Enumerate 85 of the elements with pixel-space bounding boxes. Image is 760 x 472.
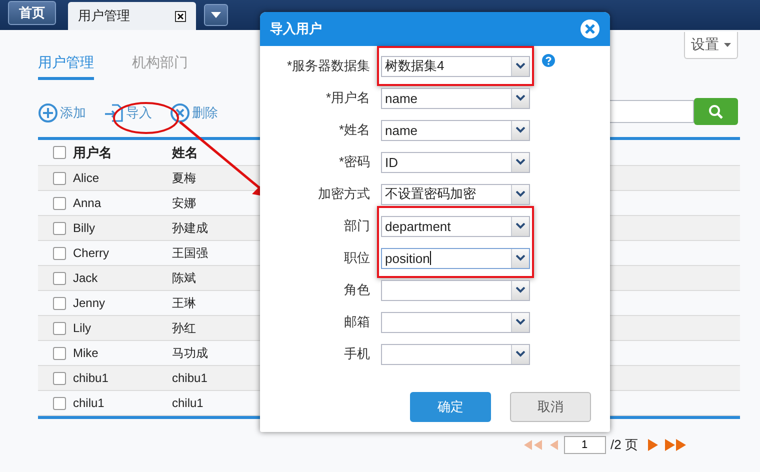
table-cell: 安娜 bbox=[172, 194, 196, 212]
caret-icon bbox=[211, 12, 221, 18]
checkbox[interactable] bbox=[53, 172, 66, 184]
annotation-ellipse bbox=[113, 102, 179, 134]
column-header: 用户名 bbox=[73, 144, 113, 162]
table-cell-text: Lily bbox=[73, 321, 92, 335]
chevron-down-icon bbox=[516, 95, 525, 101]
previous-page-icon[interactable] bbox=[548, 440, 559, 450]
caret-icon bbox=[724, 43, 731, 47]
chevron-down-icon bbox=[516, 223, 525, 229]
dropdown-field[interactable]: department bbox=[381, 216, 530, 236]
dropdown-field[interactable]: name bbox=[381, 88, 530, 108]
dropdown-field[interactable]: 树数据集4 bbox=[381, 56, 530, 76]
field-label: 部门 bbox=[344, 217, 370, 235]
column-header: 姓名 bbox=[172, 144, 198, 162]
table-cell-text: Alice bbox=[73, 171, 100, 185]
checkbox[interactable] bbox=[53, 322, 66, 334]
help-icon[interactable] bbox=[542, 54, 555, 67]
table-cell-text: Billy bbox=[73, 221, 96, 235]
field-label: 职位 bbox=[344, 249, 370, 267]
x-circle-icon bbox=[170, 102, 190, 122]
field-label: *密码 bbox=[338, 153, 370, 171]
table-cell-text: Jenny bbox=[73, 296, 106, 310]
checkbox[interactable] bbox=[53, 372, 66, 384]
checkbox[interactable] bbox=[53, 296, 66, 310]
dialog-title: 导入用户 bbox=[270, 20, 322, 38]
table-cell: 孙红 bbox=[172, 320, 196, 336]
chevron-down-icon bbox=[516, 255, 525, 261]
checkbox[interactable] bbox=[53, 196, 66, 210]
chevron-down-icon bbox=[516, 319, 525, 325]
field-label: *服务器数据集 bbox=[286, 57, 370, 75]
table-cell: 王琳 bbox=[172, 294, 196, 312]
table-cell-text: Anna bbox=[73, 196, 102, 210]
dropdown-field[interactable] bbox=[381, 344, 530, 364]
table-cell-text: Cherry bbox=[73, 246, 110, 260]
chevron-down-icon bbox=[516, 287, 525, 293]
dropdown-field[interactable]: ID bbox=[381, 152, 530, 172]
last-page-icon[interactable] bbox=[664, 439, 688, 451]
checkbox[interactable] bbox=[53, 346, 66, 360]
dropdown-field[interactable]: position bbox=[381, 248, 530, 268]
chevron-down-icon bbox=[516, 127, 525, 133]
chevron-down-icon bbox=[516, 351, 525, 357]
close-icon[interactable] bbox=[175, 10, 186, 22]
page-number-field[interactable]: 1 bbox=[564, 436, 606, 454]
dropdown-field[interactable]: 不设置密码加密 bbox=[381, 184, 530, 204]
first-page-icon[interactable] bbox=[522, 440, 544, 450]
checkbox[interactable] bbox=[53, 146, 66, 159]
checkbox[interactable] bbox=[53, 272, 66, 284]
table-cell-text: chibu1 bbox=[73, 371, 110, 385]
checkbox[interactable] bbox=[53, 396, 66, 410]
field-label: 手机 bbox=[344, 345, 370, 363]
table-cell-text: chilu1 bbox=[73, 396, 106, 410]
table-cell: 马功成 bbox=[172, 344, 208, 362]
table-cell: 王国强 bbox=[172, 244, 208, 262]
table-cell: 夏梅 bbox=[172, 170, 196, 186]
dropdown-field[interactable] bbox=[381, 280, 530, 300]
chevron-down-icon bbox=[516, 63, 525, 69]
table-cell: chibu1 bbox=[172, 371, 208, 385]
checkbox[interactable] bbox=[53, 246, 66, 260]
dropdown-field[interactable] bbox=[381, 312, 530, 332]
chevron-down-icon bbox=[516, 159, 525, 165]
search-icon bbox=[708, 104, 724, 120]
search-button[interactable] bbox=[694, 98, 738, 125]
field-label: 加密方式 bbox=[318, 185, 370, 203]
checkbox[interactable] bbox=[53, 222, 66, 234]
table-cell: 孙建成 bbox=[172, 220, 208, 236]
next-page-icon[interactable] bbox=[647, 439, 659, 451]
field-label: 角色 bbox=[344, 281, 370, 299]
import-file-icon bbox=[104, 102, 124, 122]
table-cell-text: Mike bbox=[73, 346, 100, 360]
table-cell: 陈斌 bbox=[172, 270, 196, 286]
cancel-button[interactable]: 取消 bbox=[510, 392, 591, 422]
table-cell: chilu1 bbox=[172, 396, 204, 410]
settings-button[interactable]: 设置 bbox=[684, 32, 738, 59]
field-label: *用户名 bbox=[326, 89, 370, 107]
page-tab[interactable]: 首页 bbox=[8, 1, 56, 25]
page-tab[interactable]: 用户管理 bbox=[68, 2, 196, 30]
page-total: /2 页 bbox=[610, 436, 638, 454]
table-cell-text: Jack bbox=[73, 271, 99, 285]
dropdown-field[interactable]: name bbox=[381, 120, 530, 140]
chevron-down-icon bbox=[516, 191, 525, 197]
field-label: 邮箱 bbox=[344, 313, 370, 331]
plus-circle-icon bbox=[38, 102, 58, 122]
tab-menu-button[interactable] bbox=[204, 4, 228, 26]
field-label: *姓名 bbox=[338, 121, 370, 139]
